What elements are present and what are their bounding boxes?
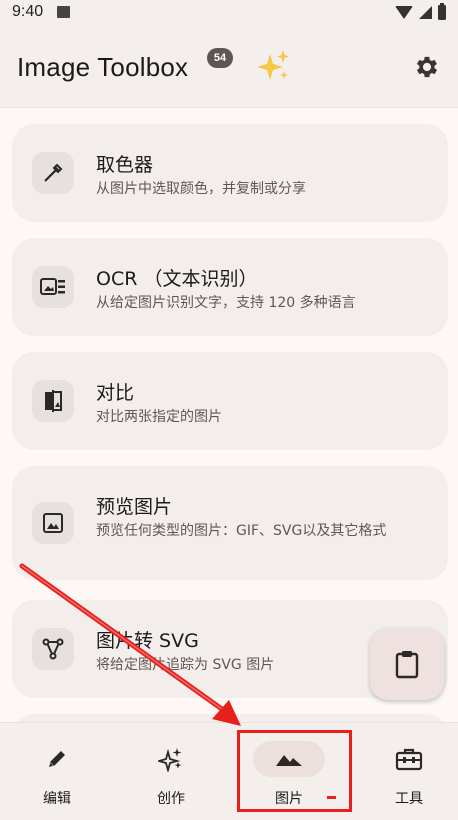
app-bar: Image Toolbox 54 <box>0 24 458 108</box>
tool-desc: 从给定图片识别文字，支持 120 多种语言 <box>96 295 356 311</box>
nav-label: 创作 <box>157 791 185 807</box>
annotation-dash <box>327 796 336 799</box>
tool-desc: 将给定图片追踪为 SVG 图片 <box>96 657 275 673</box>
nav-item-tools[interactable]: 工具 <box>352 723 458 820</box>
tool-title: 取色器 <box>96 154 154 176</box>
sparkle-icon <box>135 741 207 777</box>
tool-desc: 预览任何类型的图片：GIF、SVG以及其它格式 <box>96 523 387 539</box>
tool-card-color-picker[interactable]: 取色器 从图片中选取颜色，并复制或分享 <box>12 124 448 222</box>
nav-item-create[interactable]: 创作 <box>114 723 228 820</box>
paste-clipboard-button[interactable] <box>370 628 444 700</box>
clipboard-icon <box>395 651 419 679</box>
bottom-navigation: 编辑 创作 图片 工具 <box>0 722 458 820</box>
compare-icon <box>32 380 74 422</box>
tool-card-preview[interactable]: 预览图片 预览任何类型的图片：GIF、SVG以及其它格式 <box>12 466 448 580</box>
image-notification-icon <box>57 6 71 18</box>
tool-desc: 对比两张指定的图片 <box>96 409 222 425</box>
nav-label: 工具 <box>395 791 423 807</box>
tool-title: 预览图片 <box>96 496 173 518</box>
annotation-highlight-box <box>237 730 352 812</box>
pencil-icon <box>21 741 93 777</box>
nav-label: 编辑 <box>43 791 71 807</box>
battery-icon <box>438 2 446 20</box>
status-bar: 9:40 <box>0 0 458 24</box>
tool-title: 图片转 SVG <box>96 630 199 652</box>
app-title: Image Toolbox <box>17 52 189 82</box>
eyedropper-icon <box>32 152 74 194</box>
tool-title: OCR （文本识别） <box>96 268 258 290</box>
tool-desc: 从图片中选取颜色，并复制或分享 <box>96 181 306 197</box>
signal-icon <box>419 5 432 19</box>
nav-item-edit[interactable]: 编辑 <box>0 723 114 820</box>
image-text-icon <box>32 266 74 308</box>
sparkles-icon[interactable] <box>253 46 293 86</box>
vector-path-icon <box>32 628 74 670</box>
toolbox-icon <box>373 741 445 777</box>
wifi-icon <box>395 5 413 19</box>
settings-gear-icon[interactable] <box>410 50 444 84</box>
tool-card-ocr[interactable]: OCR （文本识别） 从给定图片识别文字，支持 120 多种语言 <box>12 238 448 336</box>
image-preview-icon <box>32 502 74 544</box>
tool-title: 对比 <box>96 382 135 404</box>
tool-card-compare[interactable]: 对比 对比两张指定的图片 <box>12 352 448 450</box>
status-time: 9:40 <box>12 3 44 20</box>
version-badge: 54 <box>207 48 233 68</box>
